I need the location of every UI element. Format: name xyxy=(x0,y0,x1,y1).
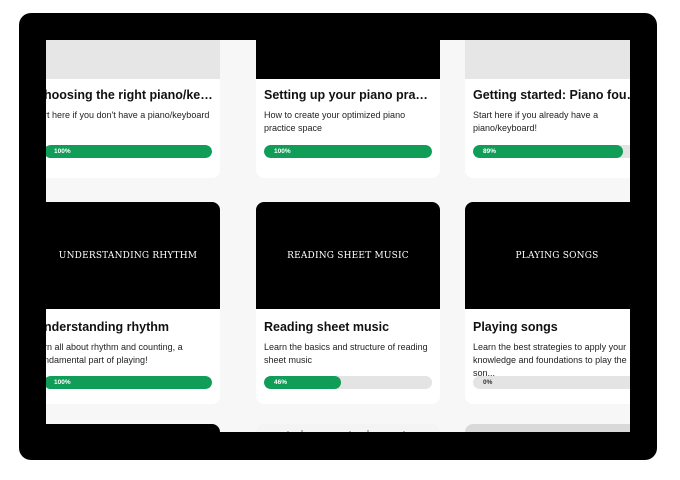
course-description: How to create your optimized piano pract… xyxy=(264,110,406,133)
course-thumbnail xyxy=(465,424,630,432)
course-card-partial[interactable] xyxy=(256,424,440,432)
course-grid[interactable]: hoosing the right piano/keyboard rt here… xyxy=(46,40,630,432)
progress-bar: 0% xyxy=(473,376,630,389)
course-thumbnail: UNDERSTANDING RHYTHM xyxy=(46,202,220,309)
course-title: Getting started: Piano foundations xyxy=(473,88,630,102)
course-card-partial[interactable] xyxy=(465,424,630,432)
course-thumbnail xyxy=(256,40,440,79)
course-thumbnail xyxy=(465,40,630,79)
course-thumbnail: READING SHEET MUSIC xyxy=(256,202,440,309)
progress-label: 89% xyxy=(483,148,497,155)
progress-label: 100% xyxy=(54,379,71,386)
course-title: hoosing the right piano/keyboard xyxy=(46,88,214,102)
course-thumbnail xyxy=(46,424,220,432)
thumbnail-title: PLAYING SONGS xyxy=(515,250,599,261)
course-title: Setting up your piano practice spa... xyxy=(264,88,434,102)
course-card-piano-foundations[interactable]: Getting started: Piano foundations Start… xyxy=(465,40,630,178)
progress-label: 100% xyxy=(54,148,71,155)
course-description: rn all about rhythm and counting, a ndam… xyxy=(46,342,183,365)
course-description: Learn the best strategies to apply your … xyxy=(473,342,627,378)
course-thumbnail: PLAYING SONGS xyxy=(465,202,630,309)
course-description: rt here if you don't have a piano/keyboa… xyxy=(46,110,210,133)
course-card-playing-songs[interactable]: PLAYING SONGS Playing songs Learn the be… xyxy=(465,202,630,404)
progress-label: 100% xyxy=(274,148,291,155)
course-card-partial[interactable] xyxy=(46,424,220,432)
course-title: Reading sheet music xyxy=(264,320,390,334)
course-thumbnail xyxy=(256,424,440,432)
course-title: nderstanding rhythm xyxy=(46,320,170,334)
progress-label: 0% xyxy=(483,379,493,386)
sheet-music-image xyxy=(287,430,405,432)
screenshot-frame: hoosing the right piano/keyboard rt here… xyxy=(19,13,657,460)
progress-bar: 100% xyxy=(46,145,212,158)
progress-bar: 46% xyxy=(264,376,432,389)
course-card-reading-sheet-music[interactable]: READING SHEET MUSIC Reading sheet music … xyxy=(256,202,440,404)
course-description: Start here if you already have a piano/k… xyxy=(473,110,599,133)
progress-bar: 100% xyxy=(264,145,432,158)
thumbnail-title: UNDERSTANDING RHYTHM xyxy=(58,250,198,261)
course-card-choosing-piano[interactable]: hoosing the right piano/keyboard rt here… xyxy=(46,40,220,178)
progress-label: 46% xyxy=(274,379,288,386)
thumbnail-title: READING SHEET MUSIC xyxy=(287,250,409,261)
course-title: Playing songs xyxy=(473,320,558,334)
course-thumbnail xyxy=(46,40,220,79)
progress-bar: 100% xyxy=(46,376,212,389)
course-card-understanding-rhythm[interactable]: UNDERSTANDING RHYTHM nderstanding rhythm… xyxy=(46,202,220,404)
course-card-practice-space[interactable]: Setting up your piano practice spa... Ho… xyxy=(256,40,440,178)
course-description: Learn the basics and structure of readin… xyxy=(264,342,428,365)
progress-bar: 89% xyxy=(473,145,630,158)
